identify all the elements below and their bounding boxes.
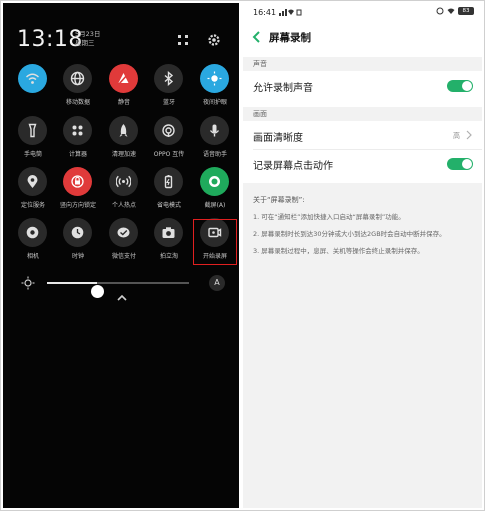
quick-tile-battery[interactable]: 省电模式 (147, 167, 191, 219)
record-touch-row[interactable]: 记录屏幕点击动作 (243, 150, 482, 176)
quick-tile-camera[interactable]: 拍立淘 (147, 218, 191, 270)
page-title: 屏幕录制 (269, 32, 311, 44)
toggle-knob (462, 159, 472, 169)
quick-tile-wechat-pay[interactable]: 微信支付 (102, 218, 146, 270)
brightness-slider[interactable]: A (17, 273, 229, 298)
location-icon (18, 167, 47, 196)
quick-tile-label: 时钟 (71, 253, 84, 260)
quick-tile-clock[interactable]: 时钟 (56, 218, 100, 270)
quick-tile-bell-off[interactable]: 静音 (102, 64, 146, 116)
brightness-fill (47, 282, 97, 284)
quick-tile-calculator[interactable]: 计算器 (56, 116, 100, 168)
battery-icon (154, 167, 183, 196)
quick-tile-rocket[interactable]: 清理加速 (102, 116, 146, 168)
share-icon (154, 116, 183, 145)
flashlight-icon (18, 116, 47, 145)
camera-icon (154, 218, 183, 247)
record-touch-label: 记录屏幕点击动作 (253, 161, 333, 172)
auto-brightness-button[interactable]: A (209, 275, 225, 291)
quick-tile-label: 移动数据 (65, 99, 90, 106)
quick-tile-label: 竖向方向锁定 (59, 202, 96, 209)
quick-tile-label: 语音助手 (202, 151, 227, 158)
brightness-track[interactable] (47, 282, 189, 298)
clarity-row[interactable]: 画面清晰度 高 (243, 122, 482, 148)
note-1: 1. 可在“通知栏”添加快捷入口启动“屏幕录制”功能。 (253, 213, 405, 221)
quick-tile-label: 截屏(A) (204, 202, 226, 209)
screenshot-icon (200, 167, 229, 196)
chevron-up-icon[interactable] (115, 293, 129, 303)
quick-tile-globe[interactable]: 移动数据 (56, 64, 100, 116)
screen-record-settings: 16:41 83 屏幕录制 声音 允许录制声音 画面 画面清晰度 高 记录屏幕点… (243, 3, 482, 508)
date: 5月23日 星期三 (75, 30, 100, 48)
quick-tile-label: 计算器 (68, 151, 87, 158)
quick-settings-panel: 13:18 5月23日 星期三 移动数据 静音蓝牙 夜间护眼手电筒计算器 清理加速 OP… (3, 3, 239, 508)
quick-tile-location[interactable]: 定位服务 (11, 167, 55, 219)
allow-sound-toggle[interactable] (447, 80, 473, 92)
wifi-icon (18, 64, 47, 93)
gear-icon[interactable] (206, 32, 222, 48)
quick-tile-label: 夜间护眼 (202, 99, 227, 106)
clock-icon (63, 218, 92, 247)
quick-tile-flashlight[interactable]: 手电筒 (11, 116, 55, 168)
rocket-icon (109, 116, 138, 145)
globe-icon (63, 64, 92, 93)
camera-aperture-icon (18, 218, 47, 247)
date-day: 5月23日 (75, 30, 101, 38)
quick-tile-microphone[interactable]: 语音助手 (193, 116, 237, 168)
quick-tile-bluetooth[interactable]: 蓝牙 (147, 64, 191, 116)
eye-care-icon (200, 64, 229, 93)
section-sound: 声音 (243, 57, 482, 71)
brightness-thumb[interactable] (90, 285, 104, 298)
section-picture: 画面 (243, 107, 482, 121)
record-touch-toggle[interactable] (447, 158, 473, 170)
date-weekday: 星期三 (75, 39, 95, 47)
brightness-icon (21, 276, 35, 290)
quick-tile-hotspot[interactable]: 个人热点 (102, 167, 146, 219)
bell-off-icon (109, 64, 138, 93)
clock: 13:18 (17, 27, 83, 52)
quick-tile-wifi[interactable] (11, 64, 55, 116)
back-arrow-icon[interactable] (251, 30, 263, 44)
calculator-icon (63, 116, 92, 145)
allow-sound-row[interactable]: 允许录制声音 (243, 72, 482, 98)
quick-tile-label: 蓝牙 (162, 99, 175, 106)
quick-tile-rotation-lock[interactable]: 竖向方向锁定 (56, 167, 100, 219)
about-section: 关于“屏幕录制”: 1. 可在“通知栏”添加快捷入口启动“屏幕录制”功能。 2.… (243, 183, 482, 508)
hotspot-icon (109, 167, 138, 196)
chevron-right-icon (466, 130, 472, 140)
wechat-pay-icon (109, 218, 138, 247)
microphone-icon (200, 116, 229, 145)
quick-tile-share[interactable]: OPPO 互传 (147, 116, 191, 168)
about-title: 关于“屏幕录制”: (253, 196, 305, 204)
clarity-label: 画面清晰度 (253, 133, 303, 144)
status-icons-right: 83 (436, 7, 474, 15)
toggle-knob (462, 81, 472, 91)
quick-tile-eye-care[interactable]: 夜间护眼 (193, 64, 237, 116)
record-highlight-box (193, 219, 237, 265)
wifi-status-icon (447, 8, 455, 14)
note-3: 3. 屏幕录制过程中，息屏、关机等操作会终止录制并保存。 (253, 247, 424, 255)
status-icons-left (279, 9, 302, 16)
quick-tile-camera-aperture[interactable]: 相机 (11, 218, 55, 270)
bluetooth-icon (154, 64, 183, 93)
rotation-lock-icon (63, 167, 92, 196)
alarm-icon (436, 7, 444, 15)
allow-sound-label: 允许录制声音 (253, 83, 313, 94)
note-2: 2. 屏幕录制时长到达30分钟或大小到达2GB时会自动中断并保存。 (253, 230, 446, 238)
quick-tile-label: 拍立淘 (159, 253, 178, 260)
quick-tile-label: 省电模式 (156, 202, 181, 209)
status-time: 16:41 (253, 8, 277, 17)
battery-icon: 83 (458, 7, 474, 15)
quick-tile-screenshot[interactable]: 截屏(A) (193, 167, 237, 219)
clarity-value: 高 (453, 132, 460, 140)
quick-tile-label: OPPO 互传 (153, 151, 185, 158)
edit-grid-icon[interactable] (175, 32, 191, 48)
title-bar: 屏幕录制 (243, 25, 482, 51)
